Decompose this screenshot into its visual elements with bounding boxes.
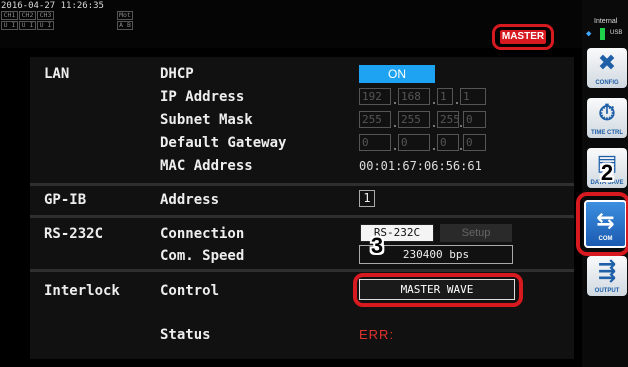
- mask-octet-2[interactable]: 255: [398, 111, 430, 128]
- divider: [30, 269, 574, 272]
- ip-dot: [456, 102, 458, 104]
- gateway-octet-4[interactable]: 0: [463, 134, 486, 151]
- output-button[interactable]: ⇶ OUTPUT: [587, 256, 627, 296]
- motor-indicator: Mot: [117, 11, 133, 20]
- setup-button[interactable]: Setup: [440, 224, 512, 242]
- motor-ab-indicator: A B: [117, 21, 133, 30]
- mask-octet-1[interactable]: 255: [359, 111, 391, 128]
- dhcp-toggle[interactable]: ON: [359, 65, 435, 83]
- gateway-dot: [460, 148, 462, 150]
- control-label: Control: [160, 283, 220, 299]
- gpib-address-field[interactable]: 1: [359, 190, 375, 207]
- divider: [30, 215, 574, 218]
- time-ctrl-label: TIME CTRL: [591, 130, 623, 136]
- mask-dot: [394, 125, 396, 127]
- mac-address-label: MAC Address: [160, 158, 253, 174]
- com-speed-label: Com. Speed: [160, 248, 245, 264]
- channel-1-indicator: CH1: [1, 11, 18, 20]
- timestamp: 2016-04-27 11:26:35: [1, 1, 104, 11]
- output-icon: ⇶: [597, 259, 617, 284]
- connection-label: Connection: [160, 226, 245, 242]
- usb-storage-meter: [600, 28, 605, 40]
- time-ctrl-button[interactable]: ⏱ TIME CTRL: [587, 98, 627, 138]
- ip-octet-4[interactable]: 1: [460, 88, 486, 105]
- internal-storage-label: Internal: [594, 18, 618, 25]
- gpib-address-label: Address: [160, 192, 220, 208]
- interlock-control-select[interactable]: MASTER WAVE: [359, 279, 515, 300]
- step-2-marker: 2: [600, 160, 614, 185]
- ip-address-label: IP Address: [160, 89, 245, 105]
- ip-octet-3[interactable]: 1: [437, 88, 453, 105]
- usb-label: USB: [610, 30, 623, 36]
- stopwatch-icon: ⏱: [598, 101, 616, 126]
- channel-3-ui: U I: [37, 21, 54, 30]
- gateway-octet-3[interactable]: 0: [437, 134, 459, 151]
- ip-octet-2[interactable]: 168: [398, 88, 430, 105]
- output-label: OUTPUT: [594, 288, 620, 294]
- interlock-heading: Interlock: [44, 283, 120, 299]
- master-label: MASTER: [500, 30, 546, 44]
- ip-octet-1[interactable]: 192: [359, 88, 391, 105]
- com-settings-panel: [30, 57, 574, 359]
- ip-dot: [394, 102, 396, 104]
- mask-dot: [460, 125, 462, 127]
- channel-1-ui: U I: [1, 21, 18, 30]
- status-label: Status: [160, 327, 211, 343]
- dhcp-label: DHCP: [160, 66, 194, 82]
- rs232c-heading: RS-232C: [44, 226, 104, 242]
- master-badge: MASTER: [492, 24, 554, 50]
- status-value: ERR:: [359, 327, 395, 342]
- mask-dot: [433, 125, 435, 127]
- channel-3-indicator: CH3: [37, 11, 54, 20]
- com-highlight-ring: [576, 192, 628, 256]
- channel-2-indicator: CH2: [19, 11, 36, 20]
- mask-octet-3[interactable]: 255: [437, 111, 460, 128]
- divider: [30, 183, 574, 186]
- network-icon: ◆: [586, 29, 592, 39]
- config-button[interactable]: ✖ CONFIG: [587, 48, 627, 88]
- ip-dot: [433, 102, 435, 104]
- step-3-marker: 3: [370, 233, 384, 258]
- mac-address-value: 00:01:67:06:56:61: [359, 159, 482, 173]
- gateway-octet-2[interactable]: 0: [398, 134, 430, 151]
- subnet-mask-label: Subnet Mask: [160, 112, 253, 128]
- default-gateway-label: Default Gateway: [160, 135, 287, 151]
- gateway-dot: [433, 148, 435, 150]
- mask-octet-4[interactable]: 0: [463, 111, 486, 128]
- gateway-octet-1[interactable]: 0: [359, 134, 391, 151]
- wrench-icon: ✖: [597, 51, 617, 76]
- lan-heading: LAN: [44, 66, 70, 82]
- gateway-dot: [394, 148, 396, 150]
- channel-2-ui: U I: [19, 21, 36, 30]
- config-label: CONFIG: [595, 80, 619, 86]
- gpib-heading: GP-IB: [44, 192, 87, 208]
